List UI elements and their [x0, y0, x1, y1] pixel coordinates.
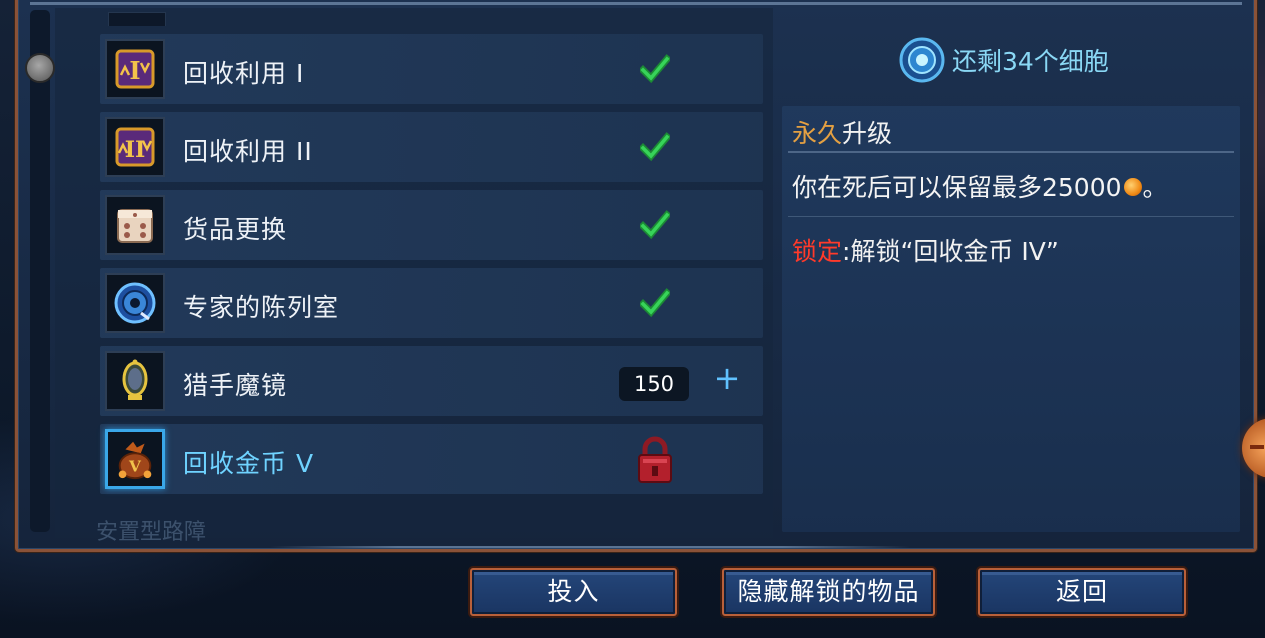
detail-title-highlight: 永久: [792, 119, 843, 148]
check-icon: [640, 54, 670, 84]
item-name: 回收利用 I: [183, 59, 305, 88]
check-icon: [640, 210, 670, 240]
list-item-expert-showroom[interactable]: 专家的陈列室: [100, 268, 763, 338]
detail-lock-requirement: 锁定:解锁“回收金币 IV”: [792, 232, 1059, 268]
svg-text:V: V: [128, 457, 142, 475]
invest-button[interactable]: 投入: [470, 568, 677, 616]
divider: [788, 151, 1234, 153]
cells-remaining-text: 还剩34个细胞: [952, 47, 1109, 76]
item-name: 回收金币 V: [183, 449, 315, 478]
blue-disc-icon: [105, 273, 165, 333]
panel-bottom-border: [270, 546, 910, 548]
item-name: 猎手魔镜: [183, 371, 288, 400]
scrollbar-thumb[interactable]: [25, 53, 55, 83]
divider: [788, 216, 1234, 217]
item-name: 货品更换: [183, 215, 288, 244]
detail-description-text: 你在死后可以保留最多25000: [792, 173, 1122, 202]
list-item-recycle-1[interactable]: I 回收利用 I: [100, 34, 763, 104]
item-name: 专家的陈列室: [183, 293, 340, 322]
detail-description: 你在死后可以保留最多25000 。: [792, 168, 1168, 204]
item-detail-panel: 永久升级 你在死后可以保留最多25000 。 锁定:解锁“回收金币 IV”: [782, 106, 1240, 532]
svg-text:II: II: [125, 137, 146, 163]
check-icon: [640, 288, 670, 318]
back-button[interactable]: 返回: [978, 568, 1186, 616]
lock-requirement-text: :解锁“回收金币 IV”: [842, 237, 1059, 266]
detail-description-suffix: 。: [1142, 173, 1168, 202]
lock-label: 锁定: [792, 237, 843, 266]
recycle-gold-2-icon: II: [105, 117, 165, 177]
recycle-gold-1-icon: I: [105, 39, 165, 99]
list-item-partial: [108, 12, 166, 26]
check-icon: [640, 132, 670, 162]
svg-text:I: I: [129, 56, 140, 85]
item-name: 回收利用 II: [183, 137, 313, 166]
lock-icon: [638, 436, 672, 483]
coin-bag-icon: V: [105, 429, 165, 489]
list-item-recycle-gold-5[interactable]: V 回收金币 V: [100, 424, 763, 494]
gold-coin-icon: [1123, 178, 1142, 196]
list-item-recycle-2[interactable]: II 回收利用 II: [100, 112, 763, 182]
dice-icon: [105, 195, 165, 255]
panel-top-border: [30, 2, 1242, 5]
plus-icon[interactable]: +: [712, 362, 742, 394]
cost-badge: 150: [619, 367, 689, 401]
list-item-reroll[interactable]: 货品更换: [100, 190, 763, 260]
list-item-next-faded: 安置型路障: [96, 520, 207, 545]
scrollbar-track[interactable]: [30, 10, 50, 532]
hide-unlocked-button[interactable]: 隐藏解锁的物品: [722, 568, 935, 616]
detail-title-rest: 升级: [842, 119, 893, 148]
detail-title: 永久升级: [792, 114, 892, 150]
shop-screen: I 回收利用 I II 回收利用 II 货品更换 专家的陈列室 猎手魔镜 150…: [0, 0, 1265, 638]
cells-counter: 还剩34个细胞: [898, 32, 1109, 88]
mirror-icon: [105, 351, 165, 411]
cell-icon: [899, 37, 945, 83]
list-item-hunter-mirror[interactable]: 猎手魔镜 150 +: [100, 346, 763, 416]
